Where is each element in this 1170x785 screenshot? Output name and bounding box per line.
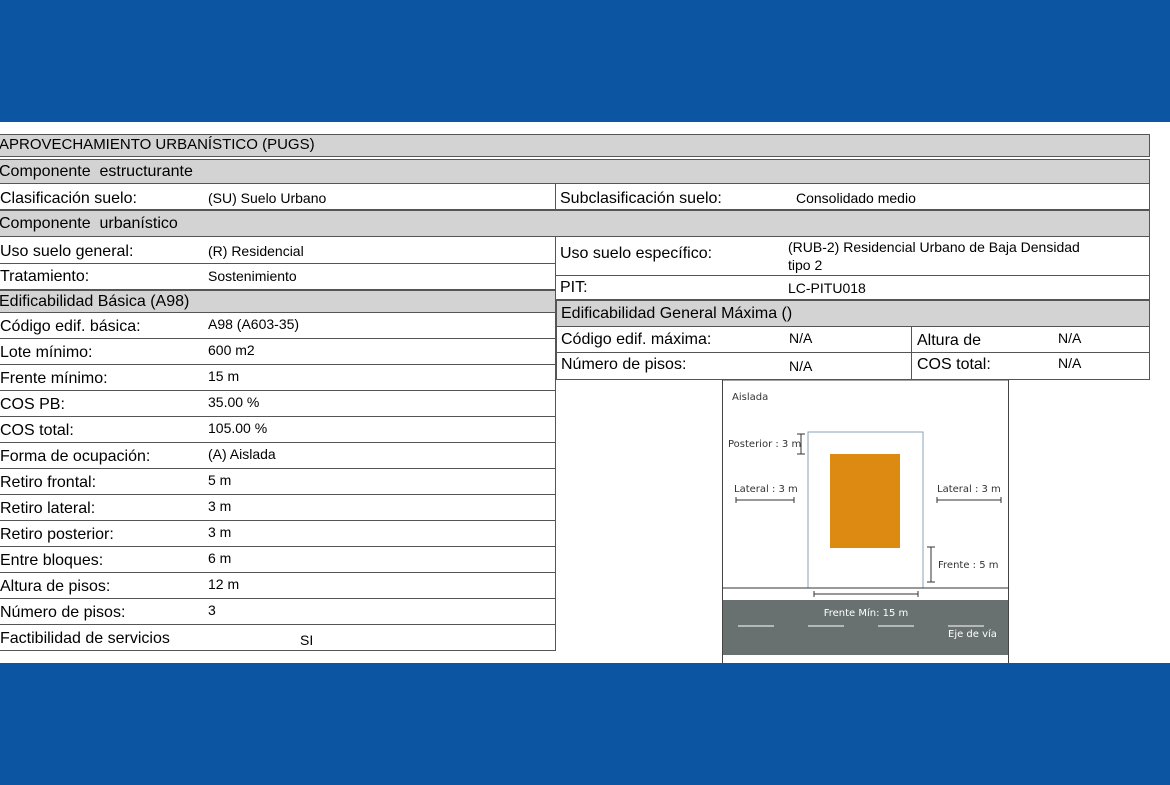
table-row: Retiro posterior: 3 m <box>0 521 556 547</box>
altura-maxima-value: N/A <box>1058 330 1082 346</box>
top-blue-band <box>0 0 1170 122</box>
row-label: Altura de pisos: <box>0 578 111 595</box>
section-componente-urbanistico: Componente urbanístico <box>0 210 1150 237</box>
row-label: COS total: <box>0 422 74 439</box>
row-value: 12 m <box>208 576 240 592</box>
row-label: Retiro posterior: <box>0 526 114 543</box>
cos-maxima-label: COS total: <box>917 356 991 373</box>
uso-general-value: (R) Residencial <box>208 243 304 259</box>
lateral-left-label: Lateral : 3 m <box>734 484 798 495</box>
uso-general-label: Uso suelo general: <box>0 243 134 260</box>
table-row: Entre bloques: 6 m <box>0 547 556 573</box>
row-label: Número de pisos: <box>0 604 126 621</box>
frente-label: Frente : 5 m <box>938 560 999 571</box>
tratamiento-label: Tratamiento: <box>0 268 90 285</box>
frente-min-label: Frente Mín: 15 m <box>824 607 909 619</box>
table-row: COS total: 105.00 % <box>0 417 556 443</box>
row-value: SI <box>300 632 314 648</box>
row-value: 600 m2 <box>208 342 255 358</box>
aislada-diagram: Aislada Posterior : 3 m Lateral : 3 m La… <box>722 380 1009 663</box>
row-pisos-maxima: Número de pisos: N/A <box>556 352 912 380</box>
report-sheet: APROVECHAMIENTO URBANÍSTICO (PUGS) Compo… <box>0 122 1170 663</box>
table-row: Lote mínimo: 600 m2 <box>0 339 556 365</box>
pit-value: LC-PITU018 <box>788 280 866 296</box>
row-tratamiento: Tratamiento: Sostenimiento <box>0 264 556 290</box>
row-label: COS PB: <box>0 396 65 413</box>
pisos-maxima-value: N/A <box>789 358 813 374</box>
edificabilidad-basica-title: Edificabilidad Básica (A98) <box>0 293 190 310</box>
row-value: 105.00 % <box>208 420 268 436</box>
cos-maxima-value: N/A <box>1058 355 1082 371</box>
row-subclasificacion: Subclasificación suelo: Consolidado medi… <box>556 184 1150 210</box>
section-edificabilidad-maxima: Edificabilidad General Máxima () <box>556 300 1150 327</box>
posterior-label: Posterior : 3 m <box>728 439 801 450</box>
row-value: 6 m <box>208 550 232 566</box>
header-title: APROVECHAMIENTO URBANÍSTICO (PUGS) <box>0 136 315 153</box>
table-row: Retiro frontal: 5 m <box>0 469 556 495</box>
uso-especifico-value-line1: (RUB-2) Residencial Urbano de Baja Densi… <box>788 239 1080 255</box>
pisos-maxima-label: Número de pisos: <box>561 356 687 373</box>
row-uso-especifico: Uso suelo específico: (RUB-2) Residencia… <box>556 237 1150 276</box>
pit-label: PIT: <box>560 279 588 296</box>
row-label: Retiro lateral: <box>0 500 96 517</box>
table-row: COS PB: 35.00 % <box>0 391 556 417</box>
row-value: 35.00 % <box>208 394 260 410</box>
row-label: Factibilidad de servicios <box>0 630 170 647</box>
table-row: Código edif. básica: A98 (A603-35) <box>0 313 556 339</box>
row-value: (A) Aislada <box>208 446 276 462</box>
componente-urbanistico-title: Componente urbanístico <box>0 215 178 232</box>
table-row: Altura de pisos: 12 m <box>0 573 556 599</box>
row-value: 3 m <box>208 498 232 514</box>
row-label: Retiro frontal: <box>0 474 97 491</box>
row-label: Entre bloques: <box>0 552 104 569</box>
edificabilidad-maxima-title: Edificabilidad General Máxima () <box>561 305 793 322</box>
altura-maxima-label: Altura de <box>917 332 982 349</box>
row-cos-maxima: COS total: N/A <box>911 352 1150 380</box>
componente-estructurante-title: Componente estructurante <box>0 163 193 180</box>
row-value: 3 m <box>208 524 232 540</box>
row-pit: PIT: LC-PITU018 <box>556 276 1150 300</box>
subclasificacion-value: Consolidado medio <box>796 190 916 206</box>
uso-especifico-label: Uso suelo específico: <box>560 245 713 262</box>
row-label: Código edif. básica: <box>0 318 141 335</box>
row-value: 15 m <box>208 368 240 384</box>
row-codigo-maxima: Código edif. máxima: N/A <box>556 327 912 353</box>
clasificacion-label: Clasificación suelo: <box>0 190 137 207</box>
table-row: Factibilidad de servicios SI <box>0 625 556 651</box>
row-label: Frente mínimo: <box>0 370 108 387</box>
bottom-blue-band <box>0 663 1170 785</box>
subclasificacion-label: Subclasificación suelo: <box>560 190 722 207</box>
row-value: 3 <box>208 602 216 618</box>
section-header-aprovechamiento: APROVECHAMIENTO URBANÍSTICO (PUGS) <box>0 134 1150 157</box>
row-clasificacion: Clasificación suelo: (SU) Suelo Urbano <box>0 184 556 210</box>
clasificacion-value: (SU) Suelo Urbano <box>208 190 327 206</box>
building-footprint <box>830 454 900 548</box>
row-altura-maxima: Altura de N/A <box>911 327 1150 353</box>
row-value: A98 (A603-35) <box>208 316 300 332</box>
codigo-maxima-label: Código edif. máxima: <box>561 331 712 348</box>
table-row: Frente mínimo: 15 m <box>0 365 556 391</box>
row-value: 5 m <box>208 472 232 488</box>
table-row: Forma de ocupación: (A) Aislada <box>0 443 556 469</box>
row-label: Forma de ocupación: <box>0 448 151 465</box>
table-row: Retiro lateral: 3 m <box>0 495 556 521</box>
section-edificabilidad-basica: Edificabilidad Básica (A98) <box>0 290 556 313</box>
diagram-title: Aislada <box>732 392 768 403</box>
row-label: Lote mínimo: <box>0 344 93 361</box>
lateral-right-label: Lateral : 3 m <box>937 484 1001 495</box>
row-uso-general: Uso suelo general: (R) Residencial <box>0 237 556 264</box>
uso-especifico-value-line2: tipo 2 <box>788 257 823 273</box>
table-row: Número de pisos: 3 <box>0 599 556 625</box>
tratamiento-value: Sostenimiento <box>208 268 297 284</box>
eje-de-via-label: Eje de vía <box>948 628 997 640</box>
section-componente-estructurante: Componente estructurante <box>0 159 1150 184</box>
codigo-maxima-value: N/A <box>789 330 813 346</box>
